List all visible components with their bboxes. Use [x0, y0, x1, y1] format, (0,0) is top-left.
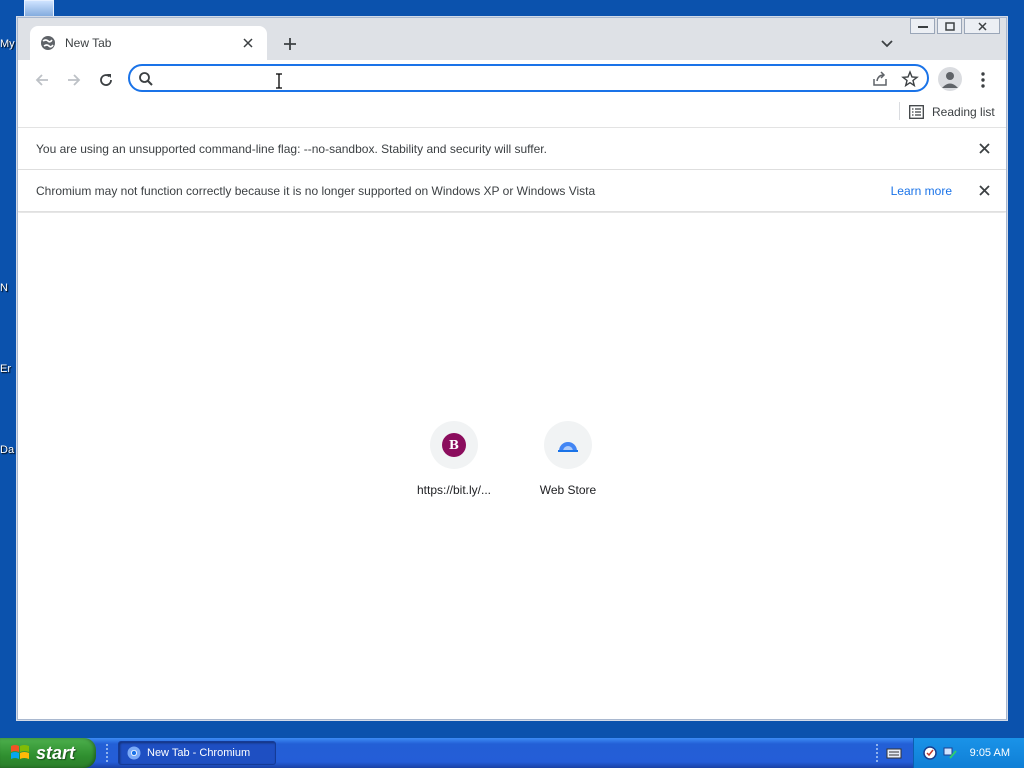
- start-button[interactable]: start: [0, 738, 96, 768]
- address-input[interactable]: [158, 69, 858, 87]
- close-icon[interactable]: [239, 34, 257, 52]
- infobar-message: Chromium may not function correctly beca…: [36, 183, 596, 198]
- reading-list-icon: [909, 105, 924, 119]
- reading-list-button[interactable]: Reading list: [909, 102, 995, 122]
- taskbar-item-label: New Tab - Chromium: [147, 747, 251, 759]
- bookmarks-bar: Reading list: [18, 98, 1006, 128]
- browser-window: New Tab Reading list You are using an un…: [17, 17, 1007, 720]
- shortcut-icon-circle: [544, 421, 592, 469]
- clock: 9:05 AM: [969, 747, 1010, 759]
- shortcut-icon-circle: B: [430, 421, 478, 469]
- desktop-icon-label[interactable]: Da: [0, 444, 16, 456]
- forward-arrow-icon[interactable]: [62, 68, 86, 92]
- my-computer-icon[interactable]: [24, 0, 54, 18]
- close-icon[interactable]: [974, 139, 994, 159]
- infobar-sandbox-warning: You are using an unsupported command-lin…: [18, 128, 1006, 170]
- address-bar[interactable]: [128, 64, 929, 92]
- tab-strip: New Tab: [18, 18, 1006, 60]
- taskbar-grip[interactable]: [106, 744, 110, 762]
- text-cursor-icon: [276, 73, 282, 89]
- window-close-button[interactable]: [964, 18, 1000, 34]
- bookmarks-separator: [899, 102, 900, 120]
- desktop-icon-label[interactable]: My: [0, 38, 16, 50]
- profile-avatar-icon[interactable]: [938, 67, 962, 91]
- kebab-menu-icon[interactable]: [973, 68, 993, 92]
- search-icon: [138, 71, 154, 87]
- system-tray: 9:05 AM: [913, 738, 1024, 768]
- window-controls: [910, 18, 1000, 34]
- chevron-down-icon[interactable]: [876, 33, 898, 55]
- toolbar: [18, 60, 1006, 98]
- reading-list-label: Reading list: [932, 105, 995, 119]
- chromium-icon: [127, 746, 141, 760]
- taskbar-item-chromium[interactable]: New Tab - Chromium: [118, 741, 276, 765]
- start-label: start: [36, 742, 76, 763]
- infobar-message: You are using an unsupported command-lin…: [36, 141, 547, 156]
- tab-new-tab[interactable]: New Tab: [30, 26, 267, 60]
- taskbar: start New Tab - Chromium 9:05 AM: [0, 738, 1024, 768]
- restore-button[interactable]: [937, 18, 962, 34]
- close-icon[interactable]: [974, 181, 994, 201]
- shortcut-tile[interactable]: B https://bit.ly/...: [398, 421, 510, 497]
- letter-b-icon: B: [442, 433, 466, 457]
- windows-logo-icon: [11, 745, 29, 759]
- bookmark-star-icon[interactable]: [901, 70, 919, 88]
- reload-icon[interactable]: [94, 68, 118, 92]
- new-tab-page: B https://bit.ly/... Web Store: [18, 213, 1006, 719]
- share-icon[interactable]: [871, 70, 889, 88]
- learn-more-link[interactable]: Learn more: [891, 184, 952, 198]
- shortcut-tile[interactable]: Web Store: [512, 421, 624, 497]
- web-store-icon: [558, 442, 578, 452]
- shortcut-label: https://bit.ly/...: [416, 483, 492, 497]
- globe-icon: [40, 35, 56, 51]
- infobar-unsupported-os: Chromium may not function correctly beca…: [18, 170, 1006, 212]
- minimize-button[interactable]: [910, 18, 935, 34]
- keyboard-icon[interactable]: [886, 746, 902, 760]
- security-shield-icon[interactable]: [922, 745, 938, 761]
- back-arrow-icon[interactable]: [30, 68, 54, 92]
- desktop-icon-label[interactable]: N: [0, 282, 16, 294]
- new-tab-button[interactable]: [278, 32, 302, 56]
- shortcut-label: Web Store: [539, 483, 597, 497]
- network-icon[interactable]: [942, 745, 958, 761]
- taskbar-grip[interactable]: [876, 744, 880, 762]
- tab-title: New Tab: [65, 36, 112, 50]
- desktop-icon-label[interactable]: Er: [0, 363, 16, 375]
